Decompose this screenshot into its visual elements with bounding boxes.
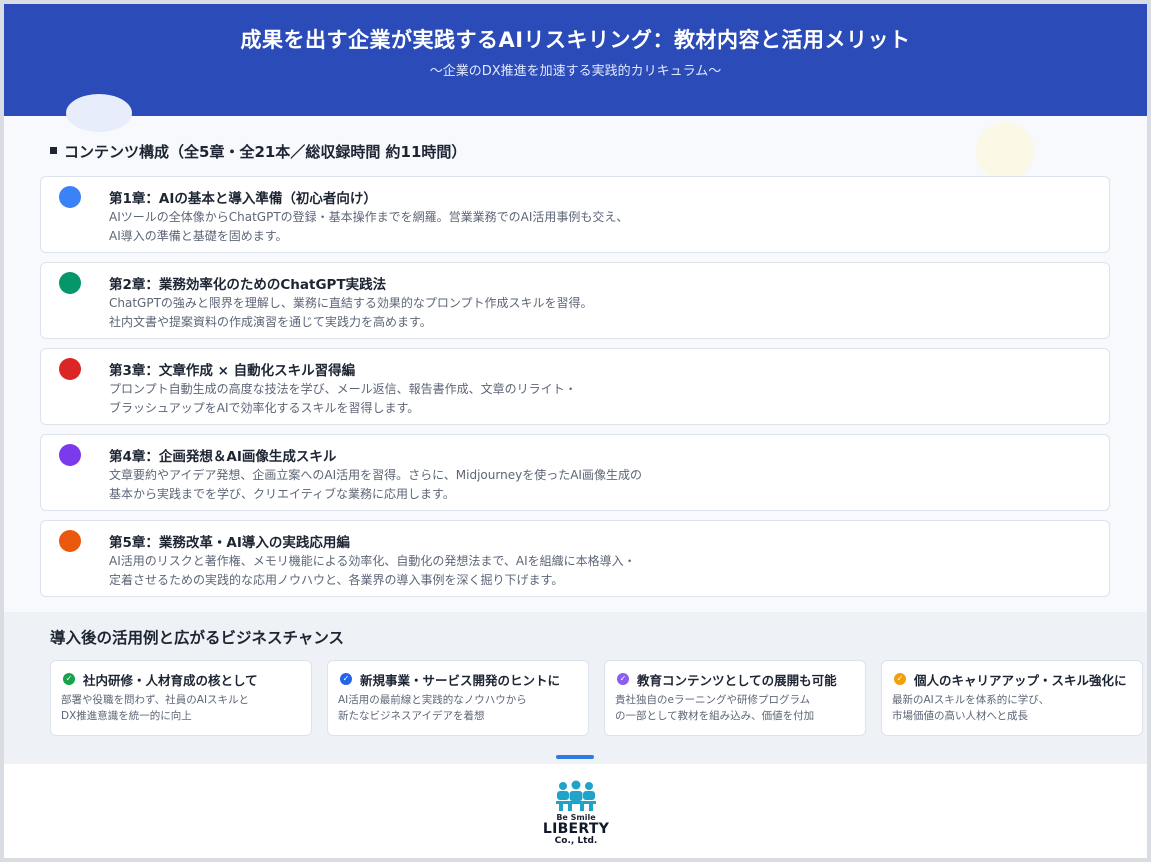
square-bullet-icon: [50, 147, 57, 154]
chapter-dot-icon: [59, 272, 81, 294]
page-frame: 成果を出す企業が実践するAIリスキリング：教材内容と活用メリット 〜企業のDX推…: [4, 4, 1147, 858]
usecase-card-description: 貴社独自のeラーニングや研修プログラム の一部として教材を組み込み、価値を付加: [615, 694, 815, 722]
company-logo: Be Smile LIBERTY Co., Ltd.: [531, 774, 621, 858]
chapter-title: 第5章：業務改革・AI導入の実践応用編: [109, 535, 350, 551]
chapter-dot-icon: [59, 530, 81, 552]
usecase-card-4: ✓ 個人のキャリアアップ・スキル強化に 最新のAIスキルを体系的に学び、 市場価…: [881, 660, 1143, 736]
chapter-dot-icon: [59, 444, 81, 466]
chapter-title: 第3章：文章作成 × 自動化スキル習得編: [109, 363, 356, 379]
chapter-title: 第1章：AIの基本と導入準備（初心者向け）: [109, 191, 377, 207]
usecase-card-title: 社内研修・人材育成の核として: [83, 673, 258, 688]
logo-company-suffix: Co., Ltd.: [554, 836, 598, 846]
decorative-circle: [976, 122, 1034, 180]
chapter-title: 第2章：業務効率化のためのChatGPT実践法: [109, 277, 387, 293]
contents-section-title: コンテンツ構成（全5章・全21本／総収録時間 約11時間）: [50, 141, 466, 162]
chapter-description: AIツールの全体像からChatGPTの登録・基本操作までを網羅。営業業務でのAI…: [109, 210, 629, 243]
chapter-description: 文章要約やアイデア発想、企画立案へのAI活用を習得。さらに、Midjourney…: [109, 468, 642, 501]
check-circle-icon: ✓: [894, 673, 906, 685]
check-circle-icon: ✓: [340, 673, 352, 685]
chapter-description: AI活用のリスクと著作権、メモリ機能による効率化、自動化の発想法まで、AIを組織…: [109, 554, 636, 587]
chapter-card-3: 第3章：文章作成 × 自動化スキル習得編 プロンプト自動生成の高度な技法を学び、…: [40, 348, 1110, 425]
chapter-card-5: 第5章：業務改革・AI導入の実践応用編 AI活用のリスクと著作権、メモリ機能によ…: [40, 520, 1110, 597]
chapter-card-2: 第2章：業務効率化のためのChatGPT実践法 ChatGPTの強みと限界を理解…: [40, 262, 1110, 339]
usecase-card-description: 最新のAIスキルを体系的に学び、 市場価値の高い人材へと成長: [892, 694, 1050, 722]
chapter-description: プロンプト自動生成の高度な技法を学び、メール返信、報告書作成、文章のリライト・ …: [109, 382, 577, 415]
usecase-card-description: 部署や役職を問わず、社員のAIスキルと DX推進意識を統一的に向上: [61, 694, 250, 722]
section-divider: [556, 755, 594, 759]
contents-section: コンテンツ構成（全5章・全21本／総収録時間 約11時間） 第1章：AIの基本と…: [4, 94, 1147, 612]
people-group-icon: [556, 780, 596, 811]
chapter-card-1: 第1章：AIの基本と導入準備（初心者向け） AIツールの全体像からChatGPT…: [40, 176, 1110, 253]
page-subtitle: 〜企業のDX推進を加速する実践的カリキュラム〜: [429, 64, 722, 79]
chapter-dot-icon: [59, 358, 81, 380]
page-footer: Be Smile LIBERTY Co., Ltd.: [4, 764, 1147, 858]
usecase-card-description: AI活用の最前線と実践的なノウハウから 新たなビジネスアイデアを着想: [338, 694, 527, 722]
usecases-section: 導入後の活用例と広がるビジネスチャンス ✓ 社内研修・人材育成の核として 部署や…: [4, 612, 1147, 764]
decorative-circle: [66, 94, 132, 132]
chapter-title: 第4章：企画発想＆AI画像生成スキル: [109, 449, 337, 465]
usecase-card-title: 教育コンテンツとしての展開も可能: [637, 673, 837, 688]
check-circle-icon: ✓: [617, 673, 629, 685]
usecase-card-title: 新規事業・サービス開発のヒントに: [360, 673, 561, 688]
usecases-title: 導入後の活用例と広がるビジネスチャンス: [50, 629, 345, 647]
chapter-description: ChatGPTの強みと限界を理解し、業務に直結する効果的なプロンプト作成スキルを…: [109, 296, 593, 329]
page-title: 成果を出す企業が実践するAIリスキリング：教材内容と活用メリット: [240, 28, 911, 52]
usecase-card-2: ✓ 新規事業・サービス開発のヒントに AI活用の最前線と実践的なノウハウから 新…: [327, 660, 589, 736]
check-circle-icon: ✓: [63, 673, 75, 685]
usecase-card-1: ✓ 社内研修・人材育成の核として 部署や役職を問わず、社員のAIスキルと DX推…: [50, 660, 312, 736]
chapter-dot-icon: [59, 186, 81, 208]
page-header: 成果を出す企業が実践するAIリスキリング：教材内容と活用メリット 〜企業のDX推…: [4, 4, 1147, 116]
usecase-card-title: 個人のキャリアアップ・スキル強化に: [914, 673, 1127, 688]
chapter-card-4: 第4章：企画発想＆AI画像生成スキル 文章要約やアイデア発想、企画立案へのAI活…: [40, 434, 1110, 511]
logo-brand: LIBERTY: [542, 821, 610, 837]
usecase-card-3: ✓ 教育コンテンツとしての展開も可能 貴社独自のeラーニングや研修プログラム の…: [604, 660, 866, 736]
